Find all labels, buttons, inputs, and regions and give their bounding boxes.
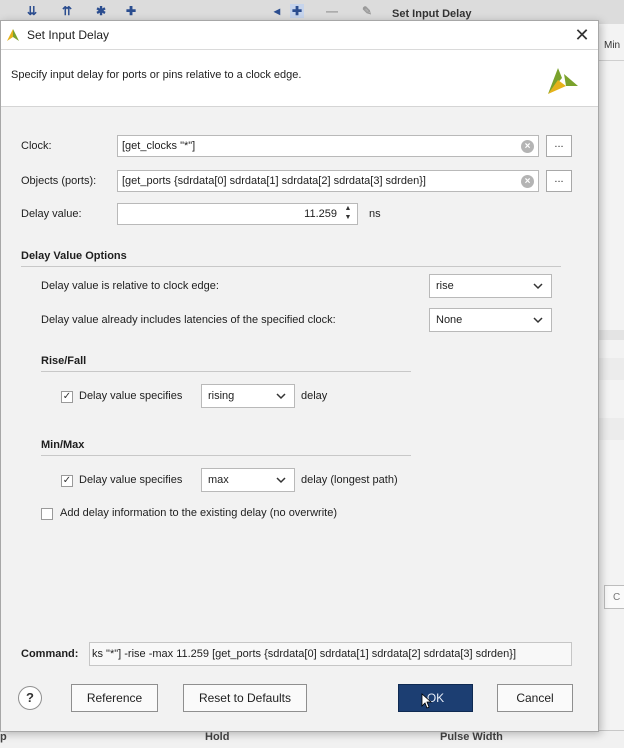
- background-bottom-label: p: [0, 731, 7, 743]
- background-bottom-label: Hold: [205, 731, 230, 743]
- expand-icon[interactable]: ⇈: [60, 4, 74, 18]
- add-delay-checkbox[interactable]: [41, 508, 53, 520]
- min-max-title: Min/Max: [41, 439, 85, 451]
- background-stripe: [597, 330, 624, 340]
- close-icon: ✕: [574, 25, 590, 45]
- rise-fall-select[interactable]: rising: [201, 384, 295, 408]
- clock-browse-button[interactable]: ...: [546, 135, 572, 157]
- chevron-down-icon: [533, 317, 543, 324]
- min-max-suffix: delay (longest path): [301, 474, 398, 486]
- mouse-cursor-icon: [421, 693, 433, 709]
- collapse-all-icon[interactable]: ⇊: [25, 4, 39, 18]
- help-button[interactable]: ?: [18, 686, 42, 710]
- delay-unit: ns: [369, 208, 381, 220]
- background-bottom-bar: p Hold Pulse Width: [0, 730, 624, 748]
- objects-label: Objects (ports):: [21, 175, 97, 187]
- dialog-header: Specify input delay for ports or pins re…: [1, 50, 598, 107]
- spin-up-icon[interactable]: ▲: [345, 205, 352, 212]
- section-divider: [41, 455, 411, 456]
- rise-fall-checkbox-label: Delay value specifies: [79, 390, 183, 402]
- delay-value-spinner[interactable]: ▲ ▼: [342, 204, 354, 224]
- background-stripe: [597, 358, 624, 380]
- section-divider: [21, 266, 561, 267]
- background-input[interactable]: C: [604, 585, 624, 609]
- delay-value-input[interactable]: 11.259: [117, 203, 358, 225]
- min-max-checkbox-label: Delay value specifies: [79, 474, 183, 486]
- rise-fall-checkbox[interactable]: ✓: [61, 391, 73, 403]
- help-icon: ?: [26, 690, 34, 705]
- background-title: Set Input Delay: [392, 8, 472, 20]
- clock-edge-value: rise: [436, 280, 454, 292]
- reference-button[interactable]: Reference: [71, 684, 158, 712]
- dialog-title: Set Input Delay: [27, 28, 110, 42]
- dialog-description: Specify input delay for ports or pins re…: [11, 69, 302, 81]
- spin-down-icon[interactable]: ▼: [345, 214, 352, 221]
- clock-edge-label: Delay value is relative to clock edge:: [41, 280, 219, 292]
- background-bottom-label: Pulse Width: [440, 731, 503, 743]
- min-max-checkbox[interactable]: ✓: [61, 475, 73, 487]
- clear-objects-icon[interactable]: ×: [521, 175, 534, 188]
- section-divider: [41, 371, 411, 372]
- delay-value-label: Delay value:: [21, 208, 82, 220]
- background-column-header: Min: [604, 40, 621, 51]
- vivado-logo-icon: [548, 68, 578, 94]
- chevron-down-icon: [533, 283, 543, 290]
- command-label: Command:: [21, 648, 79, 660]
- background-stripe: [597, 418, 624, 440]
- clock-label: Clock:: [21, 140, 52, 152]
- cancel-button[interactable]: Cancel: [497, 684, 573, 712]
- min-max-value: max: [208, 474, 229, 486]
- pin-icon[interactable]: ✱: [94, 4, 108, 18]
- objects-browse-button[interactable]: ...: [546, 170, 572, 192]
- dialog-titlebar[interactable]: Set Input Delay ✕: [1, 21, 598, 50]
- add-constraint-icon[interactable]: ✚: [290, 4, 304, 18]
- delay-options-title: Delay Value Options: [21, 250, 127, 262]
- min-max-select[interactable]: max: [201, 468, 295, 492]
- clear-clock-icon[interactable]: ×: [521, 140, 534, 153]
- background-right-panel: [597, 24, 624, 747]
- close-button[interactable]: ✕: [569, 23, 595, 47]
- add-delay-label: Add delay information to the existing de…: [60, 507, 337, 519]
- vivado-logo-icon: [7, 29, 19, 41]
- objects-input[interactable]: [get_ports {sdrdata[0] sdrdata[1] sdrdat…: [117, 170, 539, 192]
- rise-fall-suffix: delay: [301, 390, 328, 402]
- chevron-down-icon: [276, 477, 286, 484]
- rise-fall-title: Rise/Fall: [41, 355, 87, 367]
- reset-to-defaults-button[interactable]: Reset to Defaults: [183, 684, 307, 712]
- latency-value: None: [436, 314, 463, 326]
- ok-button[interactable]: OK: [398, 684, 473, 712]
- back-icon[interactable]: ◂: [270, 4, 284, 18]
- rise-fall-value: rising: [208, 390, 235, 402]
- clock-edge-select[interactable]: rise: [429, 274, 552, 298]
- command-preview[interactable]: ks "*"] -rise -max 11.259 [get_ports {sd…: [89, 642, 572, 666]
- set-input-delay-dialog: Set Input Delay ✕ Specify input delay fo…: [0, 20, 599, 732]
- latency-select[interactable]: None: [429, 308, 552, 332]
- chevron-down-icon: [276, 393, 286, 400]
- clock-input[interactable]: [get_clocks "*"]: [117, 135, 539, 157]
- edit-icon[interactable]: ✎: [360, 4, 374, 18]
- background-divider: [597, 60, 624, 61]
- add-icon[interactable]: ✚: [124, 4, 138, 18]
- remove-icon[interactable]: —: [325, 4, 339, 18]
- latency-label: Delay value already includes latencies o…: [41, 314, 336, 326]
